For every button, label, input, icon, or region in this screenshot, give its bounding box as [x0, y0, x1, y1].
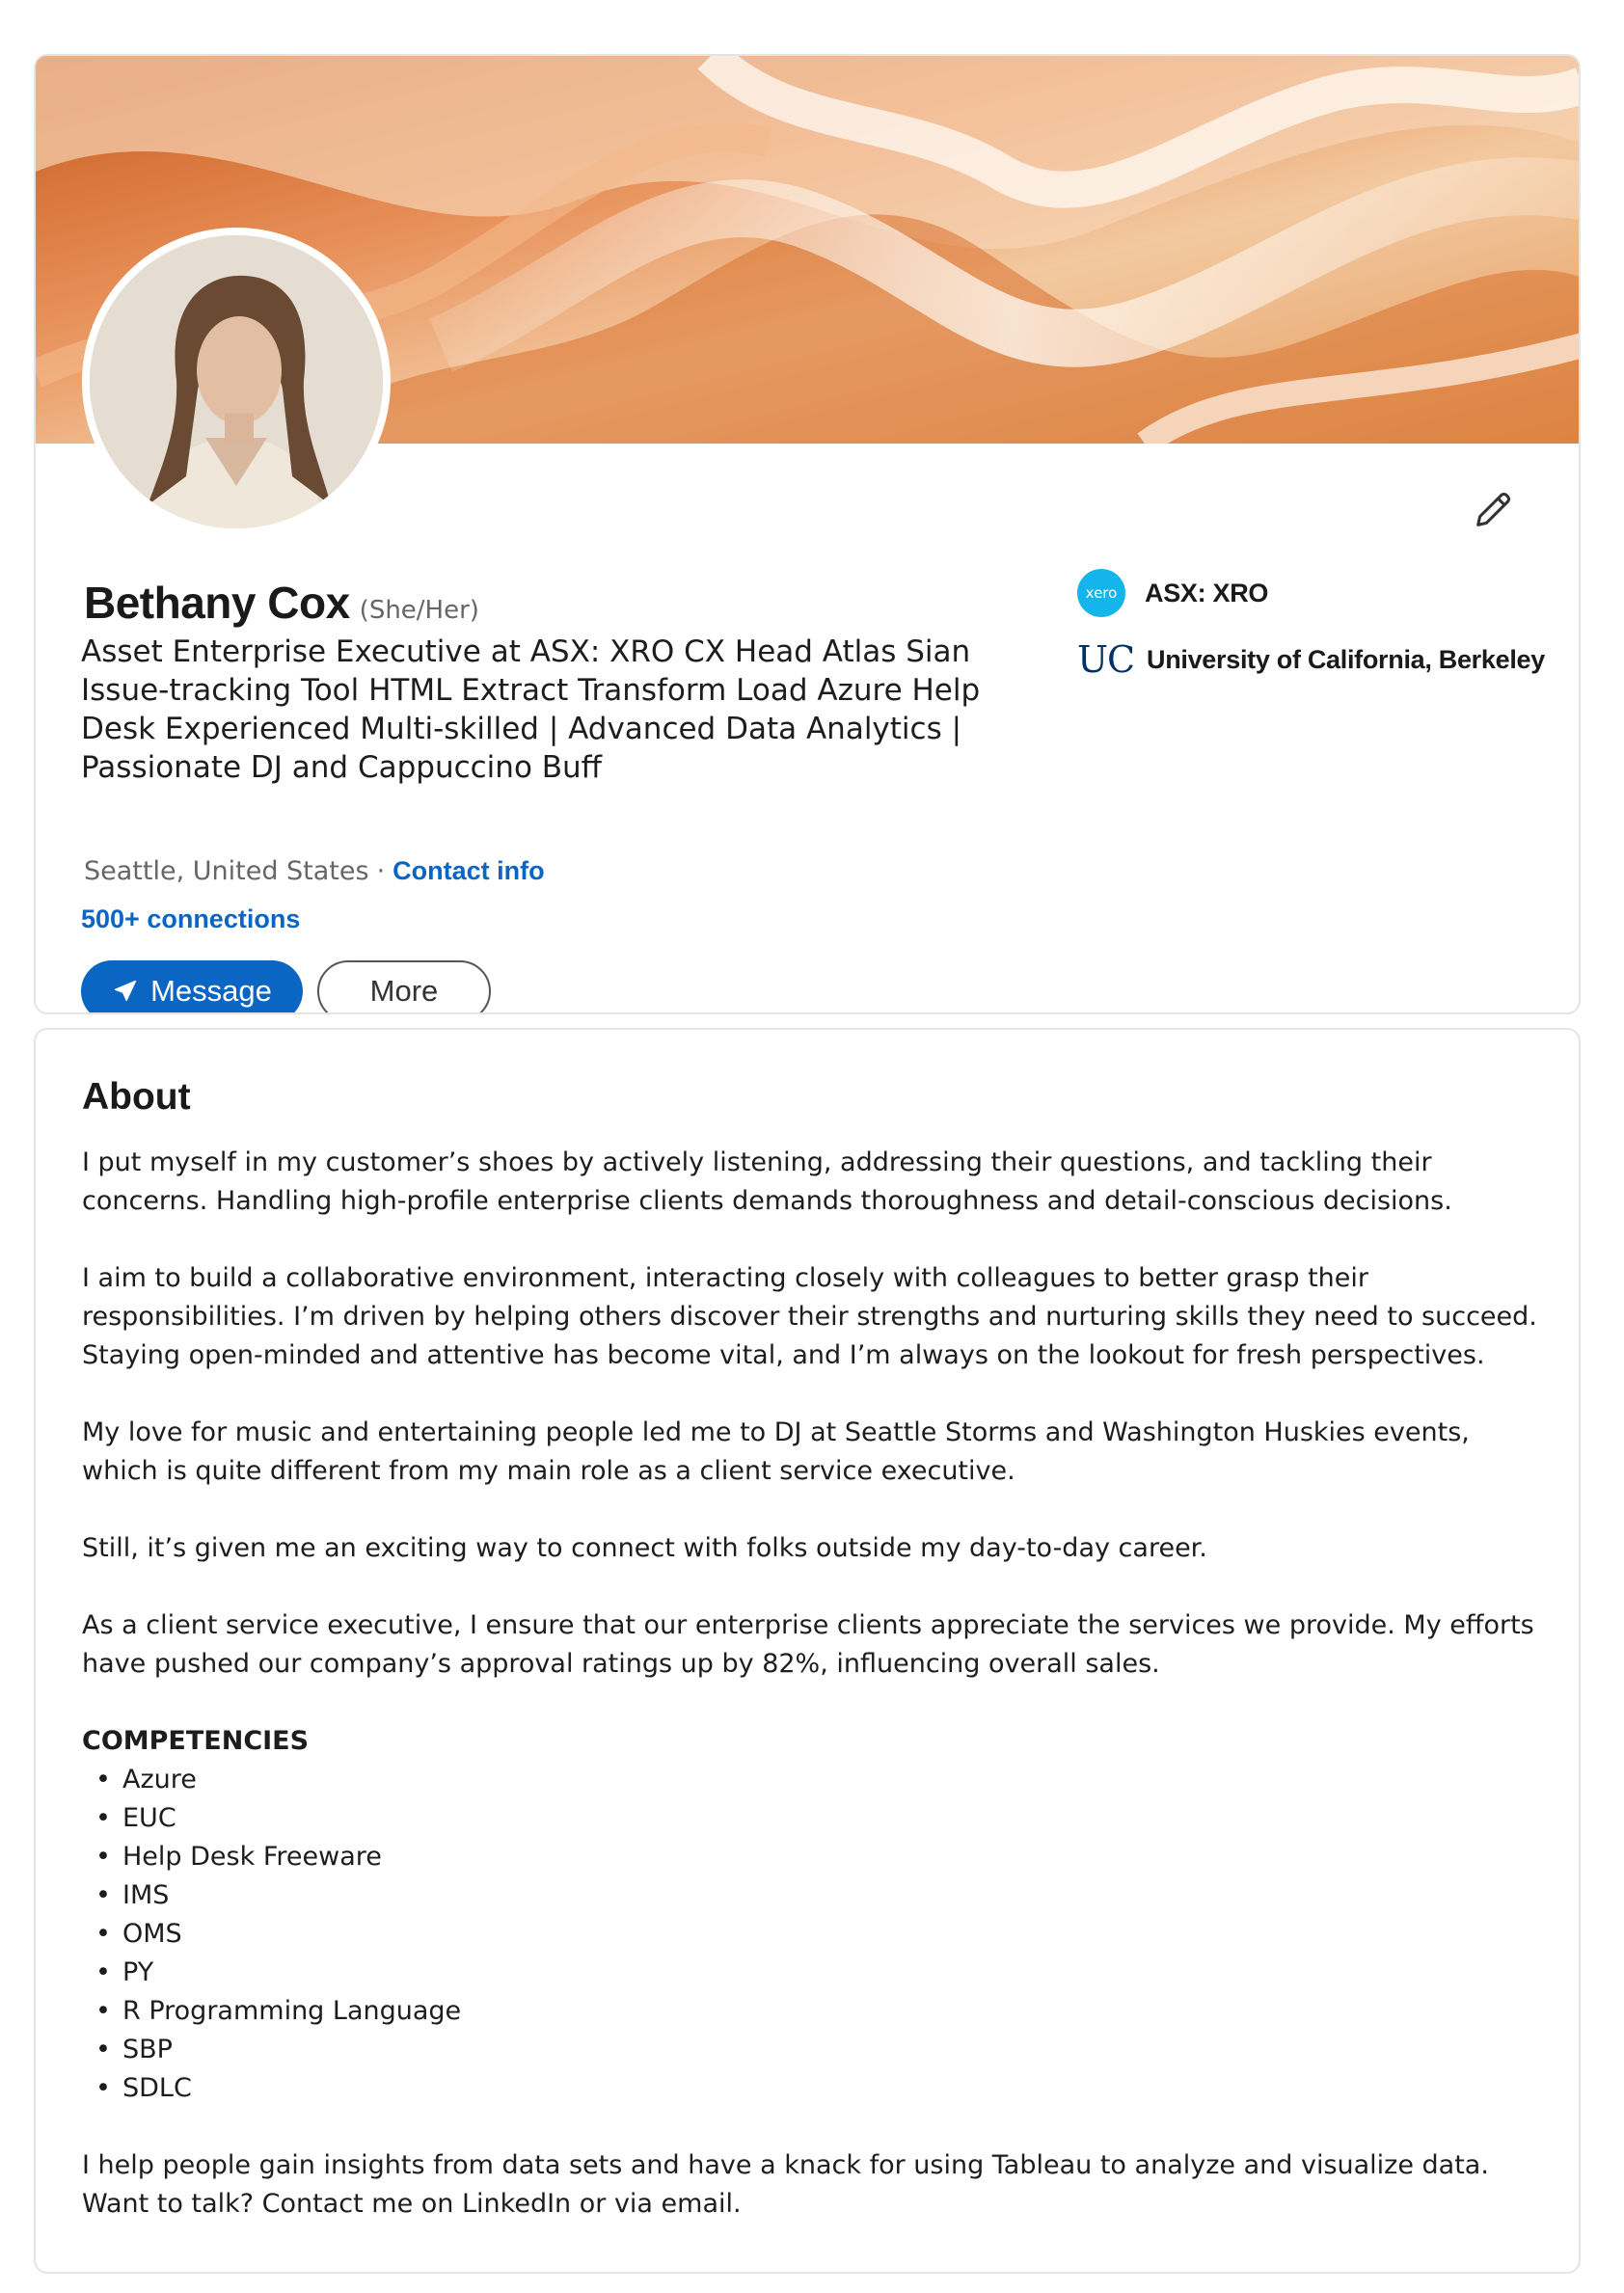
competency-item: SBP [82, 2031, 1548, 2069]
pencil-icon [1476, 492, 1511, 526]
profile-pronouns: (She/Her) [359, 596, 479, 625]
xero-logo-icon: xero [1077, 569, 1125, 617]
more-label: More [369, 974, 439, 1008]
about-paragraph: My love for music and entertaining peopl… [82, 1417, 1470, 1486]
about-paragraph: I aim to build a collaborative environme… [82, 1263, 1537, 1370]
location-row: Seattle, United States · Contact info [84, 856, 545, 886]
profile-location: Seattle, United States [84, 856, 369, 886]
competency-item: SDLC [82, 2069, 1548, 2108]
competencies-title: COMPETENCIES [82, 1726, 310, 1756]
about-paragraph: Still, it’s given me an exciting way to … [82, 1533, 1207, 1563]
closing-line: I help people gain insights from data se… [82, 2150, 1489, 2180]
current-company[interactable]: xero ASX: XRO [1077, 569, 1268, 617]
competency-item: Azure [82, 1761, 1548, 1799]
competency-item: EUC [82, 1799, 1548, 1838]
closing-line: Want to talk? Contact me on LinkedIn or … [82, 2189, 742, 2219]
edit-intro-button[interactable] [1463, 480, 1523, 540]
about-body: I put myself in my customer’s shoes by a… [82, 1144, 1548, 2224]
company-name: ASX: XRO [1145, 578, 1269, 607]
about-title: About [82, 1076, 191, 1118]
connections-link[interactable]: 500+ connections [81, 904, 300, 934]
name-row: Bethany Cox (She/Her) [84, 577, 479, 629]
competencies-list: Azure EUC Help Desk Freeware IMS OMS PY … [82, 1761, 1548, 2108]
separator-dot: · [376, 856, 386, 886]
education-school[interactable]: UC University of California, Berkeley [1077, 638, 1545, 681]
competency-item: R Programming Language [82, 1992, 1548, 2031]
profile-headline: Asset Enterprise Executive at ASX: XRO C… [81, 634, 981, 785]
contact-info-link[interactable]: Contact info [392, 856, 544, 886]
more-button[interactable]: More [317, 960, 491, 1012]
profile-card: Bethany Cox (She/Her) Asset Enterprise E… [34, 54, 1581, 1014]
message-label: Message [150, 974, 272, 1008]
competency-item: Help Desk Freeware [82, 1838, 1548, 1876]
profile-avatar[interactable] [82, 228, 391, 536]
competency-item: IMS [82, 1876, 1548, 1915]
about-paragraph: As a client service executive, I ensure … [82, 1610, 1534, 1679]
profile-name: Bethany Cox [84, 578, 350, 628]
message-button[interactable]: Message [81, 960, 303, 1012]
uc-logo-icon: UC [1077, 638, 1135, 681]
about-paragraph: I put myself in my customer’s shoes by a… [82, 1147, 1452, 1216]
competency-item: OMS [82, 1915, 1548, 1954]
school-name: University of California, Berkeley [1147, 644, 1545, 674]
about-card: About I put myself in my customer’s shoe… [34, 1028, 1581, 2274]
send-icon [112, 978, 139, 1005]
competency-item: PY [82, 1954, 1548, 1992]
